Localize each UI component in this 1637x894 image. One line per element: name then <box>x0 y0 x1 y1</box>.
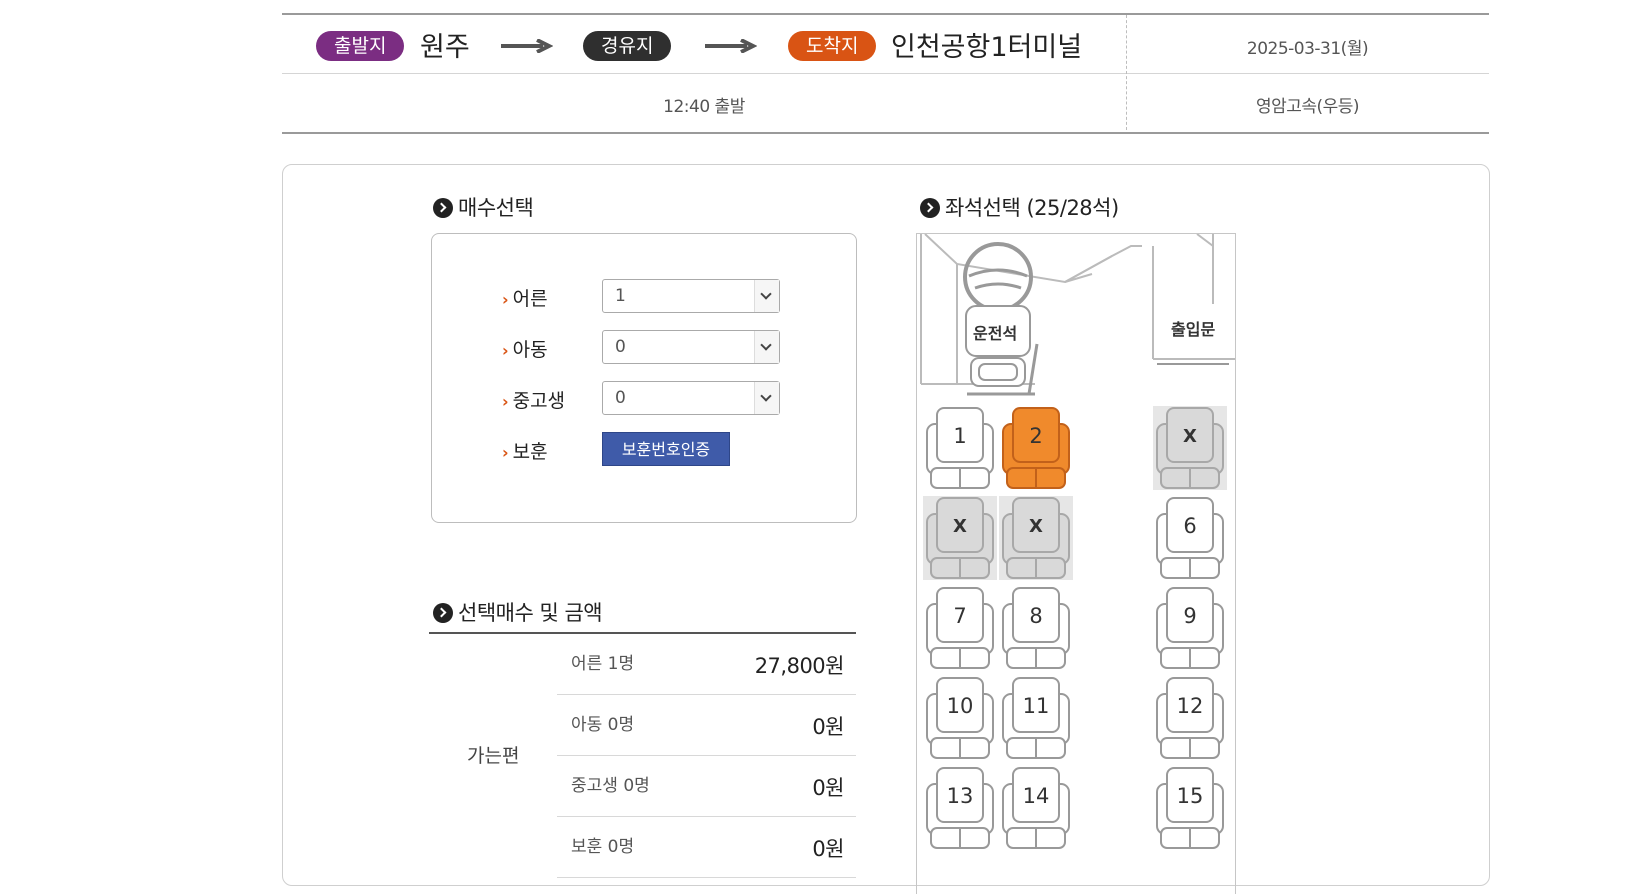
seat-icon <box>1156 497 1224 579</box>
seat-selected[interactable]: 2 <box>999 406 1073 490</box>
seat-available[interactable]: 11 <box>999 676 1073 760</box>
trip-direction-label: 가는편 <box>467 745 520 767</box>
seat-icon <box>926 677 994 759</box>
seat-icon <box>926 587 994 669</box>
seat-icon <box>1002 407 1070 489</box>
seat-icon <box>926 767 994 849</box>
count-section-title: 매수선택 <box>433 192 534 222</box>
seat-icon <box>926 407 994 489</box>
seat-icon <box>926 497 994 579</box>
seat-icon <box>1156 407 1224 489</box>
seat-map: 운전석 출입문 1 2 X X X 6 7 8 9 10 11 12 13 14 15 <box>916 233 1236 894</box>
chevron-down-icon <box>754 382 779 414</box>
door-label: 출입문 <box>1171 320 1216 339</box>
bus-company: 영암고속(우등) <box>1255 97 1360 117</box>
adult-count-select[interactable]: 1 <box>602 279 780 313</box>
seat-available[interactable]: 8 <box>999 586 1073 670</box>
price-row: 아동 0명 0원 <box>557 695 856 756</box>
arrow-right-icon <box>705 39 757 53</box>
count-row-adult: › 어른 1 <box>502 279 802 313</box>
count-row-child: › 아동 0 <box>502 330 802 364</box>
price-section-title: 선택매수 및 금액 <box>433 597 603 627</box>
seat-icon <box>1002 677 1070 759</box>
seat-available[interactable]: 9 <box>1153 586 1227 670</box>
seat-icon <box>1002 767 1070 849</box>
route-detail-row: 12:40 출발 영암고속(우등) <box>282 74 1489 130</box>
driver-label: 운전석 <box>973 324 1018 343</box>
seat-available[interactable]: 15 <box>1153 766 1227 850</box>
arrival-badge: 도착지 <box>788 31 877 61</box>
count-label-child: 아동 <box>512 339 548 361</box>
count-row-student: › 중고생 0 <box>502 381 802 415</box>
count-label-veteran: 보훈 <box>512 441 548 463</box>
seat-available[interactable]: 13 <box>923 766 997 850</box>
arrow-right-icon <box>501 39 553 53</box>
count-row-veteran: › 보훈 보훈번호인증 <box>502 432 802 466</box>
departure-place: 원주 <box>420 32 470 63</box>
seat-section-title: 좌석선택 (25/28석) <box>920 192 1119 222</box>
chevron-down-icon <box>754 331 779 363</box>
departure-date: 2025-03-31(월) <box>1246 39 1369 59</box>
seat-taken: X <box>1153 406 1227 490</box>
child-count-select[interactable]: 0 <box>602 330 780 364</box>
count-label-adult: 어른 <box>512 288 548 310</box>
seat-available[interactable]: 12 <box>1153 676 1227 760</box>
seat-available[interactable]: 14 <box>999 766 1073 850</box>
steering-wheel-icon <box>963 242 1033 312</box>
seat-taken: X <box>923 496 997 580</box>
section-bullet-icon <box>920 198 940 218</box>
section-bullet-icon <box>433 603 453 623</box>
chevron-down-icon <box>754 280 779 312</box>
booking-panel: 매수선택 › 어른 1 › 아동 0 › 중고생 0 › 보훈 보훈번호인증 선… <box>282 164 1490 894</box>
seat-taken: X <box>999 496 1073 580</box>
student-count-select[interactable]: 0 <box>602 381 780 415</box>
section-bullet-icon <box>433 198 453 218</box>
route-row: 출발지 원주 경유지 도착지 인천공항1터미널 2025-03-31(월) <box>282 15 1489 74</box>
count-label-student: 중고생 <box>512 390 566 412</box>
seat-available[interactable]: 10 <box>923 676 997 760</box>
seat-available[interactable]: 7 <box>923 586 997 670</box>
seat-available[interactable]: 1 <box>923 406 997 490</box>
seat-icon <box>1156 587 1224 669</box>
seat-icon <box>1002 497 1070 579</box>
veteran-verify-button[interactable]: 보훈번호인증 <box>602 432 730 466</box>
ticket-count-box: › 어른 1 › 아동 0 › 중고생 0 › 보훈 보훈번호인증 <box>431 233 857 523</box>
departure-badge: 출발지 <box>316 31 405 61</box>
seat-icon <box>1156 767 1224 849</box>
route-summary: 출발지 원주 경유지 도착지 인천공항1터미널 2025-03-31(월) 12… <box>282 13 1489 134</box>
price-row: 어른 1명 27,800원 <box>557 634 856 695</box>
seat-icon <box>1156 677 1224 759</box>
price-row: 보훈 0명 0원 <box>557 817 856 878</box>
driver-seat-icon <box>965 305 1031 387</box>
seat-available[interactable]: 6 <box>1153 496 1227 580</box>
price-row: 중고생 0명 0원 <box>557 756 856 817</box>
via-badge: 경유지 <box>583 31 672 61</box>
arrival-place: 인천공항1터미널 <box>891 32 1083 63</box>
seat-icon <box>1002 587 1070 669</box>
divider <box>1126 15 1127 130</box>
departure-time: 12:40 출발 <box>663 97 745 117</box>
